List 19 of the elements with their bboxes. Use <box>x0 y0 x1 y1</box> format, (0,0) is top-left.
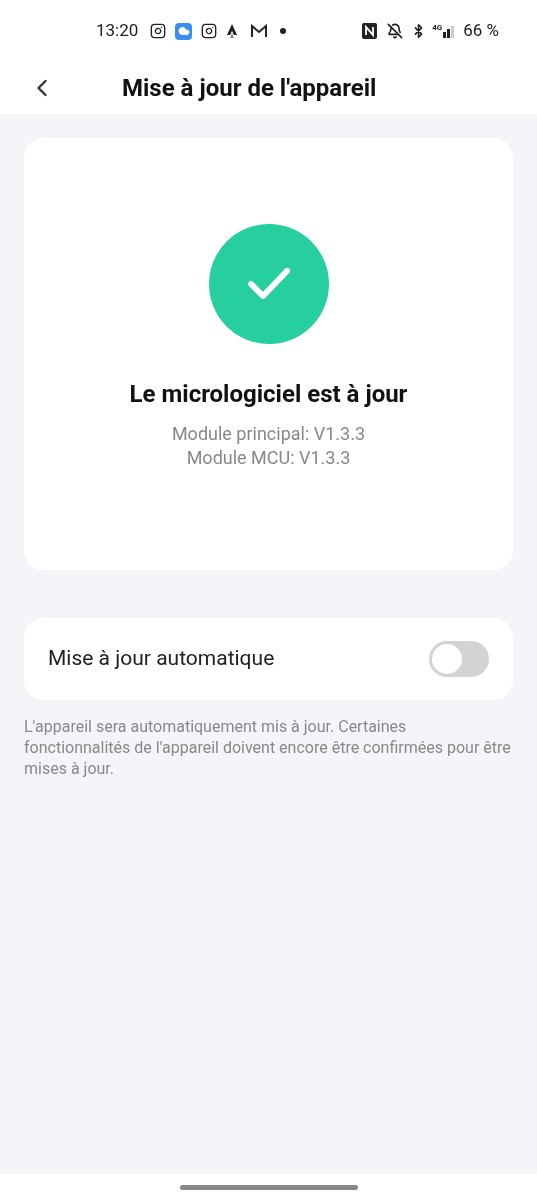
bell-off-icon <box>387 23 404 39</box>
battery-level: 66 % <box>463 19 499 43</box>
version-text: Module MCU: V1.3.3 <box>186 446 351 470</box>
version-text: Module principal: V1.3.3 <box>171 422 366 446</box>
page-title: Mise à jour de l'appareil <box>122 73 377 104</box>
instagram-icon <box>201 23 218 39</box>
weather-icon <box>175 22 193 40</box>
mail-icon <box>250 24 269 38</box>
signal-icon <box>443 24 456 38</box>
instagram-icon <box>150 23 167 39</box>
status-time: 13:20 <box>96 19 139 43</box>
nfc-icon <box>362 23 378 39</box>
home-indicator[interactable] <box>179 1184 358 1190</box>
auto-update-toggle[interactable] <box>429 641 489 677</box>
firmware-status: Le micrologiciel est à jour <box>129 379 408 410</box>
network-type: 4G <box>432 24 443 32</box>
auto-update-label: Mise à jour automatique <box>48 645 275 673</box>
auto-update-note: L'appareil sera automatiquement mis à jour. Certaines fonctionnalités de l'appareil doivent encore être confirmées pour être mises à jour. <box>24 716 512 779</box>
arrow-logo-icon <box>226 23 239 39</box>
